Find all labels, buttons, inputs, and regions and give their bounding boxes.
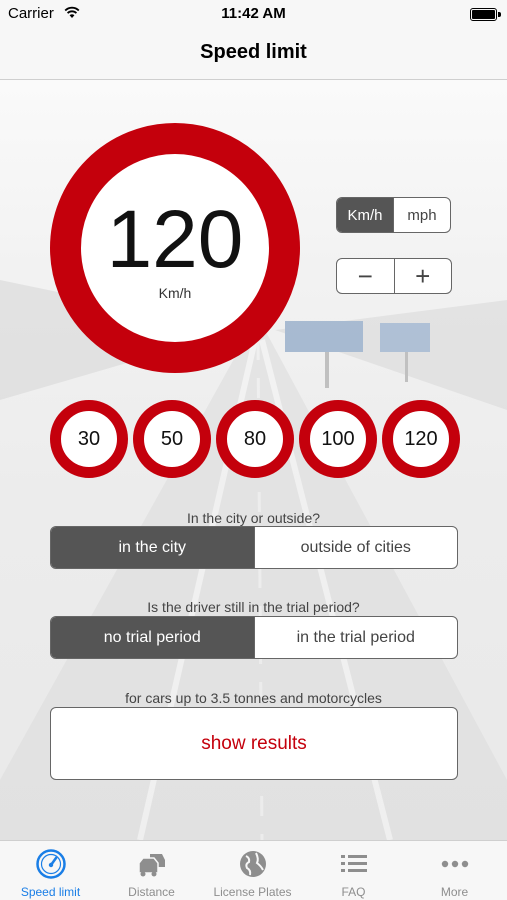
- decrease-speed-button[interactable]: −: [337, 259, 394, 293]
- speed-limit-value: 120: [106, 194, 244, 285]
- option-outside-of-cities[interactable]: outside of cities: [253, 527, 458, 568]
- tab-distance[interactable]: Distance: [101, 841, 202, 900]
- trial-period-toggle: no trial period in the trial period: [50, 616, 458, 659]
- preset-30-button[interactable]: 30: [50, 400, 128, 478]
- unit-option-mph[interactable]: mph: [393, 198, 450, 232]
- tab-bar: Speed limit Distance License Plates FAQ: [0, 840, 507, 900]
- battery-icon: [470, 8, 501, 21]
- location-question: In the city or outside?: [186, 510, 321, 526]
- list-icon: [341, 855, 367, 872]
- clock: 11:42 AM: [221, 5, 286, 22]
- preset-80-button[interactable]: 80: [216, 400, 294, 478]
- speed-presets: 30 50 80 100 120: [50, 400, 460, 478]
- unit-option-kmh[interactable]: Km/h: [337, 198, 393, 232]
- speed-limit-sign: 120 Km/h: [50, 123, 300, 373]
- speed-limit-unit: Km/h: [158, 285, 192, 301]
- tab-label-faq: FAQ: [341, 885, 366, 899]
- speed-limit-screen: 120 Km/h Km/h mph − + 30 50 80 100 120 I…: [0, 80, 507, 840]
- preset-100-button[interactable]: 100: [299, 400, 377, 478]
- option-in-trial-period[interactable]: in the trial period: [253, 617, 458, 658]
- speedometer-icon: [36, 849, 66, 879]
- option-no-trial-period[interactable]: no trial period: [51, 617, 254, 658]
- show-results-button[interactable]: show results: [50, 707, 458, 780]
- option-in-the-city[interactable]: in the city: [51, 527, 254, 568]
- cars-icon: [138, 854, 165, 877]
- unit-toggle: Km/h mph: [336, 197, 451, 233]
- tab-faq[interactable]: FAQ: [303, 841, 404, 900]
- trial-period-question: Is the driver still in the trial period?: [147, 599, 360, 615]
- preset-120-button[interactable]: 120: [382, 400, 460, 478]
- preset-50-button[interactable]: 50: [133, 400, 211, 478]
- vehicle-note: for cars up to 3.5 tonnes and motorcycle…: [125, 690, 382, 706]
- tab-label-distance: Distance: [128, 885, 175, 899]
- tab-label-license-plates: License Plates: [213, 885, 292, 899]
- speed-stepper: − +: [336, 258, 452, 294]
- tab-label-speed-limit: Speed limit: [20, 885, 81, 899]
- status-bar: Carrier 11:42 AM: [0, 0, 507, 28]
- page-title: Speed limit: [200, 41, 307, 63]
- tab-speed-limit[interactable]: Speed limit: [0, 841, 101, 900]
- tab-license-plates[interactable]: License Plates: [202, 841, 303, 900]
- globe-icon: [240, 851, 266, 877]
- tab-more[interactable]: More: [404, 841, 505, 900]
- increase-speed-button[interactable]: +: [393, 259, 452, 293]
- more-dots-icon: [441, 860, 469, 868]
- navigation-bar: Speed limit: [0, 28, 507, 80]
- location-toggle: in the city outside of cities: [50, 526, 458, 569]
- tab-label-more: More: [440, 885, 469, 899]
